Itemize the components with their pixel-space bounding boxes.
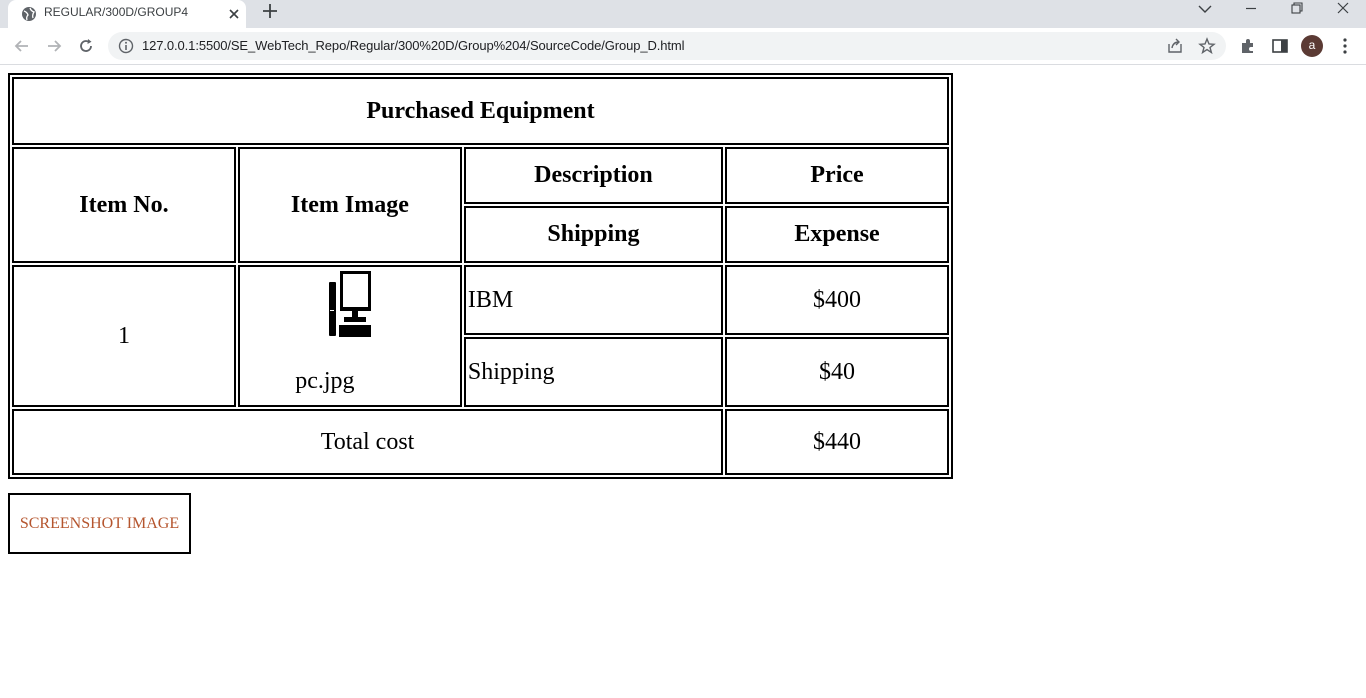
cell-shipping-cost: $40: [725, 337, 949, 407]
globe-icon: [22, 7, 36, 21]
cell-item-image: pc.jpg: [237, 265, 462, 407]
minimize-icon[interactable]: [1228, 0, 1274, 22]
profile-avatar[interactable]: a: [1301, 35, 1323, 57]
bookmark-star-icon[interactable]: [1198, 37, 1216, 55]
cell-item-no: 1: [12, 265, 236, 407]
header-description: Description: [463, 147, 724, 204]
browser-toolbar: 127.0.0.1:5500/SE_WebTech_Repo/Regular/3…: [0, 28, 1366, 65]
extensions-icon[interactable]: [1238, 36, 1258, 56]
cell-description: IBM: [463, 265, 724, 335]
purchased-equipment-table: Purchased Equipment Item No. Item Image …: [8, 73, 953, 479]
tab-title: REGULAR/300D/GROUP4: [44, 5, 189, 19]
screenshot-image-button[interactable]: SCREENSHOT IMAGE: [8, 493, 191, 554]
back-icon[interactable]: [12, 36, 32, 56]
header-shipping: Shipping: [463, 206, 724, 263]
forward-icon[interactable]: [44, 36, 64, 56]
menu-kebab-icon[interactable]: [1335, 36, 1355, 56]
header-item-image: Item Image: [237, 147, 462, 263]
cell-total-label: Total cost: [12, 409, 724, 475]
reload-icon[interactable]: [76, 36, 96, 56]
image-filename: pc.jpg: [295, 368, 355, 394]
computer-icon: [328, 271, 371, 337]
header-item-no: Item No.: [12, 147, 236, 263]
share-icon[interactable]: [1166, 37, 1184, 55]
header-price: Price: [725, 147, 949, 204]
cell-total-value: $440: [725, 409, 949, 475]
table-caption: Purchased Equipment: [12, 77, 949, 145]
close-tab-icon[interactable]: [224, 4, 244, 24]
header-expense: Expense: [725, 206, 949, 263]
cell-shipping-label: Shipping: [463, 337, 724, 407]
tab-strip: REGULAR/300D/GROUP4: [0, 0, 1366, 28]
address-bar[interactable]: 127.0.0.1:5500/SE_WebTech_Repo/Regular/3…: [108, 32, 1226, 60]
close-window-icon[interactable]: [1320, 0, 1366, 22]
site-info-icon[interactable]: [118, 38, 134, 54]
side-panel-icon[interactable]: [1270, 36, 1290, 56]
tab-search-chevron-icon[interactable]: [1182, 0, 1228, 22]
browser-tab[interactable]: REGULAR/300D/GROUP4: [8, 0, 246, 28]
url-text: 127.0.0.1:5500/SE_WebTech_Repo/Regular/3…: [142, 38, 685, 53]
restore-icon[interactable]: [1274, 0, 1320, 22]
new-tab-icon[interactable]: [258, 0, 282, 24]
cell-price: $400: [725, 265, 949, 335]
